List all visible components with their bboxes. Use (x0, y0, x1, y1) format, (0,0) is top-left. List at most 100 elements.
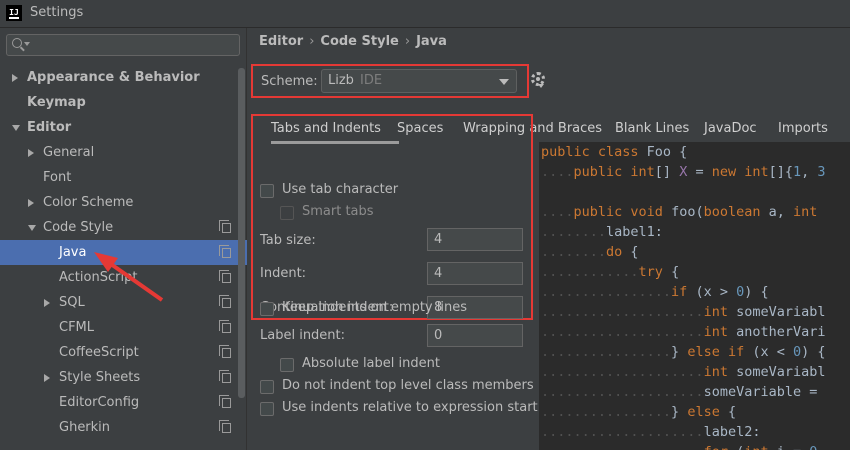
code-line: ....................someVariable = (541, 384, 825, 400)
sidebar-item-editor[interactable]: Editor (0, 115, 247, 140)
sidebar-item-style-sheets[interactable]: Style Sheets (0, 365, 247, 390)
sidebar-item-label: Color Scheme (43, 195, 134, 210)
relative-indents-checkbox[interactable] (260, 402, 274, 416)
sidebar-item-color-scheme[interactable]: Color Scheme (0, 190, 247, 215)
indent-label: Indent: (260, 266, 307, 281)
sidebar-item-coffeescript[interactable]: CoffeeScript (0, 340, 247, 365)
project-scheme-copy-icon (219, 320, 231, 333)
code-token: int (703, 364, 737, 380)
code-token: public class (541, 144, 647, 160)
tab-blank-lines[interactable]: Blank Lines (615, 121, 689, 136)
search-options-chevron-icon[interactable] (24, 42, 30, 46)
sidebar-item-label: Keymap (27, 95, 86, 110)
code-token: 1 (793, 164, 802, 180)
chevron-right-icon[interactable] (44, 374, 50, 382)
tab-imports[interactable]: Imports (778, 121, 828, 136)
code-token: someVariabl (736, 364, 826, 380)
gear-menu-chevron-icon[interactable] (538, 84, 544, 88)
tab-size-label: Tab size: (260, 233, 316, 248)
code-line: ....................label2: (541, 424, 760, 440)
sidebar-item-cfml[interactable]: CFML (0, 315, 247, 340)
code-token: anotherVari (736, 324, 826, 340)
sidebar-item-code-style[interactable]: Code Style (0, 215, 247, 240)
code-line: ....public int[] X = new int[]{1, 3 (541, 164, 826, 180)
code-token: ................ (541, 284, 672, 300)
no-indent-top-level-checkbox[interactable] (260, 380, 274, 394)
code-token: ) { (744, 284, 769, 300)
settings-sidebar: Appearance & Behavior Keymap Editor General… (0, 28, 247, 450)
project-scheme-copy-icon (219, 420, 231, 433)
code-token: label2: (703, 424, 761, 440)
sidebar-scrollbar[interactable] (238, 68, 245, 398)
keep-indents-empty-label: Keep indents on empty lines (282, 300, 467, 315)
scheme-annotation-box: Scheme: Lizb IDE (251, 64, 529, 98)
annotation-arrow-icon (94, 252, 164, 302)
project-scheme-copy-icon (219, 220, 231, 233)
code-token: = (687, 164, 712, 180)
code-token: .... (541, 164, 574, 180)
code-token: 0 (809, 444, 817, 450)
breadcrumb-item: Editor (259, 34, 304, 49)
scheme-dropdown[interactable]: Lizb IDE (321, 69, 517, 93)
code-line: ....................int anotherVari (541, 324, 825, 340)
code-token: .................... (541, 384, 704, 400)
code-token: public void (573, 204, 672, 220)
indent-value: 4 (434, 266, 443, 281)
chevron-right-icon[interactable] (44, 299, 50, 307)
code-line: public class Foo { (541, 144, 687, 160)
sidebar-item-label: Appearance & Behavior (27, 70, 200, 85)
code-line: ........label1: (541, 224, 663, 240)
search-input[interactable] (6, 34, 240, 56)
code-token: 0 (736, 284, 745, 300)
breadcrumb-separator: › (404, 34, 411, 49)
code-token: if (671, 284, 696, 300)
indent-input[interactable]: 4 (427, 262, 523, 285)
sidebar-item-label: General (43, 145, 95, 160)
chevron-down-icon[interactable] (28, 225, 36, 231)
scheme-hint: IDE (360, 73, 383, 88)
code-token: ................ (541, 344, 672, 360)
code-line: ................} else if (x < 0) { (541, 344, 826, 360)
code-preview[interactable]: public class Foo { ....public int[] X = n… (539, 142, 850, 450)
tab-size-input[interactable]: 4 (427, 228, 523, 251)
sidebar-item-font[interactable]: Font (0, 165, 247, 190)
code-line: ................} else { (541, 404, 736, 420)
search-icon (12, 38, 22, 48)
code-token: .................... (541, 324, 704, 340)
absolute-label-indent-checkbox[interactable] (280, 358, 294, 372)
code-token: } (671, 344, 688, 360)
code-token: else if (687, 344, 753, 360)
code-token: someVariabl (736, 304, 826, 320)
title-bar: IJ Settings (0, 0, 850, 28)
chevron-right-icon[interactable] (12, 74, 18, 82)
project-scheme-copy-icon (219, 370, 231, 383)
chevron-down-icon[interactable] (12, 125, 20, 131)
sidebar-item-editorconfig[interactable]: EditorConfig (0, 390, 247, 415)
code-token: new int (711, 164, 769, 180)
code-token: , (801, 164, 818, 180)
use-tab-character-checkbox[interactable] (260, 184, 274, 198)
sidebar-item-label: EditorConfig (59, 395, 140, 410)
keep-indents-empty-checkbox[interactable] (260, 302, 274, 316)
code-line: ....................int someVariabl (541, 304, 825, 320)
no-indent-top-level-label: Do not indent top level class members (282, 378, 534, 393)
sidebar-item-label: Editor (27, 120, 72, 135)
code-token: { (671, 264, 680, 280)
sidebar-item-keymap[interactable]: Keymap (0, 90, 247, 115)
sidebar-item-general[interactable]: General (0, 140, 247, 165)
chevron-right-icon[interactable] (28, 149, 34, 157)
breadcrumb: Editor › Code Style › Java (259, 34, 447, 49)
sidebar-item-appearance-behavior[interactable]: Appearance & Behavior (0, 65, 247, 90)
code-token: 0 (792, 344, 802, 360)
window-title: Settings (30, 5, 84, 20)
use-tab-character-label: Use tab character (282, 182, 399, 197)
code-token: ........ (541, 244, 607, 260)
label-indent-input[interactable]: 0 (427, 324, 523, 347)
sidebar-item-label: CoffeeScript (59, 345, 139, 360)
chevron-right-icon[interactable] (28, 199, 34, 207)
code-token: } (671, 404, 688, 420)
tab-javadoc[interactable]: JavaDoc (704, 121, 757, 136)
sidebar-item-gherkin[interactable]: Gherkin (0, 415, 247, 440)
sidebar-item-label: Style Sheets (59, 370, 141, 385)
breadcrumb-item: Code Style (320, 34, 399, 49)
